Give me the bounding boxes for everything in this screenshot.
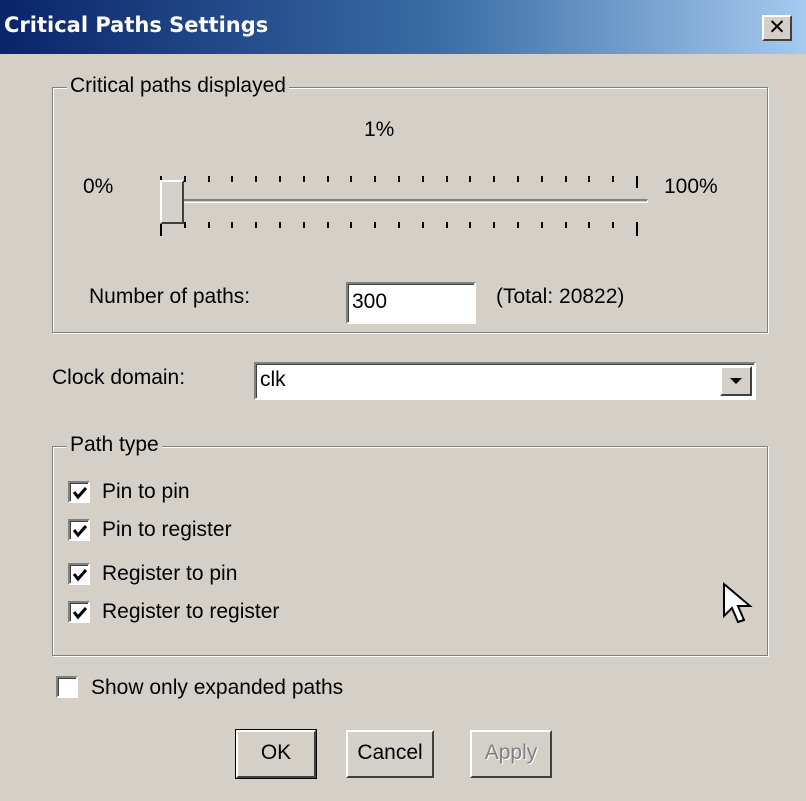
slider-tick [469, 222, 472, 228]
slider-tick [207, 176, 210, 182]
slider-tick [255, 222, 258, 228]
mouse-pointer-icon [723, 582, 753, 624]
slider-tick [445, 176, 448, 182]
slider-tick [207, 222, 210, 228]
slider-thumb[interactable] [160, 180, 184, 224]
slider-tick [493, 222, 496, 228]
path-type-checkbox[interactable] [68, 601, 90, 623]
slider-tick [421, 176, 424, 182]
slider-tick [517, 176, 519, 182]
slider-tick [302, 222, 305, 228]
apply-button-label: Apply [484, 741, 538, 764]
slider-tick [398, 176, 400, 182]
clock-domain-value: clk [260, 368, 286, 391]
slider-tick [636, 176, 638, 188]
apply-button[interactable]: Apply [470, 730, 552, 778]
cancel-button-label: Cancel [357, 741, 423, 764]
slider-tick [469, 176, 472, 182]
number-of-paths-label: Number of paths: [89, 285, 251, 308]
slider-tick [279, 222, 281, 228]
slider-tick [160, 222, 162, 236]
slider-tick [588, 176, 591, 182]
slider-tick [612, 176, 615, 182]
check-icon [72, 569, 88, 582]
clock-domain-select[interactable]: clk [254, 362, 756, 400]
slider-tick [517, 222, 519, 228]
ok-button-label: OK [260, 741, 292, 764]
path-type-label: Pin to pin [102, 480, 190, 503]
slider-tick [540, 222, 543, 228]
show-expanded-checkbox[interactable] [56, 676, 78, 698]
path-type-label: Register to pin [102, 562, 238, 585]
slider-tick [374, 176, 377, 182]
slider-tick [231, 222, 234, 228]
slider-track[interactable] [160, 199, 648, 203]
slider-tick [302, 176, 305, 182]
slider-tick [350, 222, 353, 228]
clock-domain-label: Clock domain: [52, 366, 186, 389]
slider-tick [493, 176, 496, 182]
slider-tick [326, 176, 329, 182]
slider-tick [183, 222, 186, 228]
slider-min-label: 0% [83, 175, 114, 198]
path-type-checkbox[interactable] [68, 519, 90, 541]
path-type-label: Pin to register [102, 518, 232, 541]
slider-tick [374, 222, 377, 228]
slider-tick [612, 222, 615, 228]
slider-value-label: 1% [364, 118, 395, 141]
path-type-label: Register to register [102, 600, 280, 623]
number-of-paths-value: 300 [352, 290, 388, 313]
slider-tick [255, 176, 258, 182]
path-type-group: Path type [52, 433, 768, 656]
number-of-paths-input[interactable]: 300 [346, 282, 476, 324]
ok-button[interactable]: OK [235, 729, 317, 779]
slider-tick [564, 176, 567, 182]
critical-paths-group-label: Critical paths displayed [67, 74, 289, 98]
slider-tick [421, 222, 424, 228]
slider-tick [445, 222, 448, 228]
show-expanded-label: Show only expanded paths [91, 676, 344, 699]
path-type-checkbox[interactable] [68, 563, 90, 585]
title-bar: Critical Paths Settings ✕ [0, 0, 806, 56]
slider-tick [588, 222, 591, 228]
slider-tick [540, 176, 543, 182]
close-icon: ✕ [768, 15, 786, 39]
slider-tick [279, 176, 281, 182]
window-title: Critical Paths Settings [4, 13, 269, 37]
slider-tick [564, 222, 567, 228]
slider-tick [636, 222, 638, 236]
check-icon [72, 487, 88, 500]
total-paths-label: (Total: 20822) [496, 285, 625, 308]
chevron-down-icon [730, 378, 742, 384]
slider-tick [350, 176, 353, 182]
cancel-button[interactable]: Cancel [346, 730, 434, 778]
slider-tick [231, 176, 234, 182]
check-icon [72, 525, 88, 538]
check-icon [72, 607, 88, 620]
slider-tick [183, 176, 186, 182]
slider-tick [398, 222, 400, 228]
close-button[interactable]: ✕ [762, 15, 792, 41]
path-type-group-label: Path type [67, 433, 162, 457]
slider-tick [326, 222, 329, 228]
clock-domain-dropdown-button[interactable] [720, 366, 752, 396]
slider-max-label: 100% [664, 175, 718, 198]
path-type-checkbox[interactable] [68, 481, 90, 503]
